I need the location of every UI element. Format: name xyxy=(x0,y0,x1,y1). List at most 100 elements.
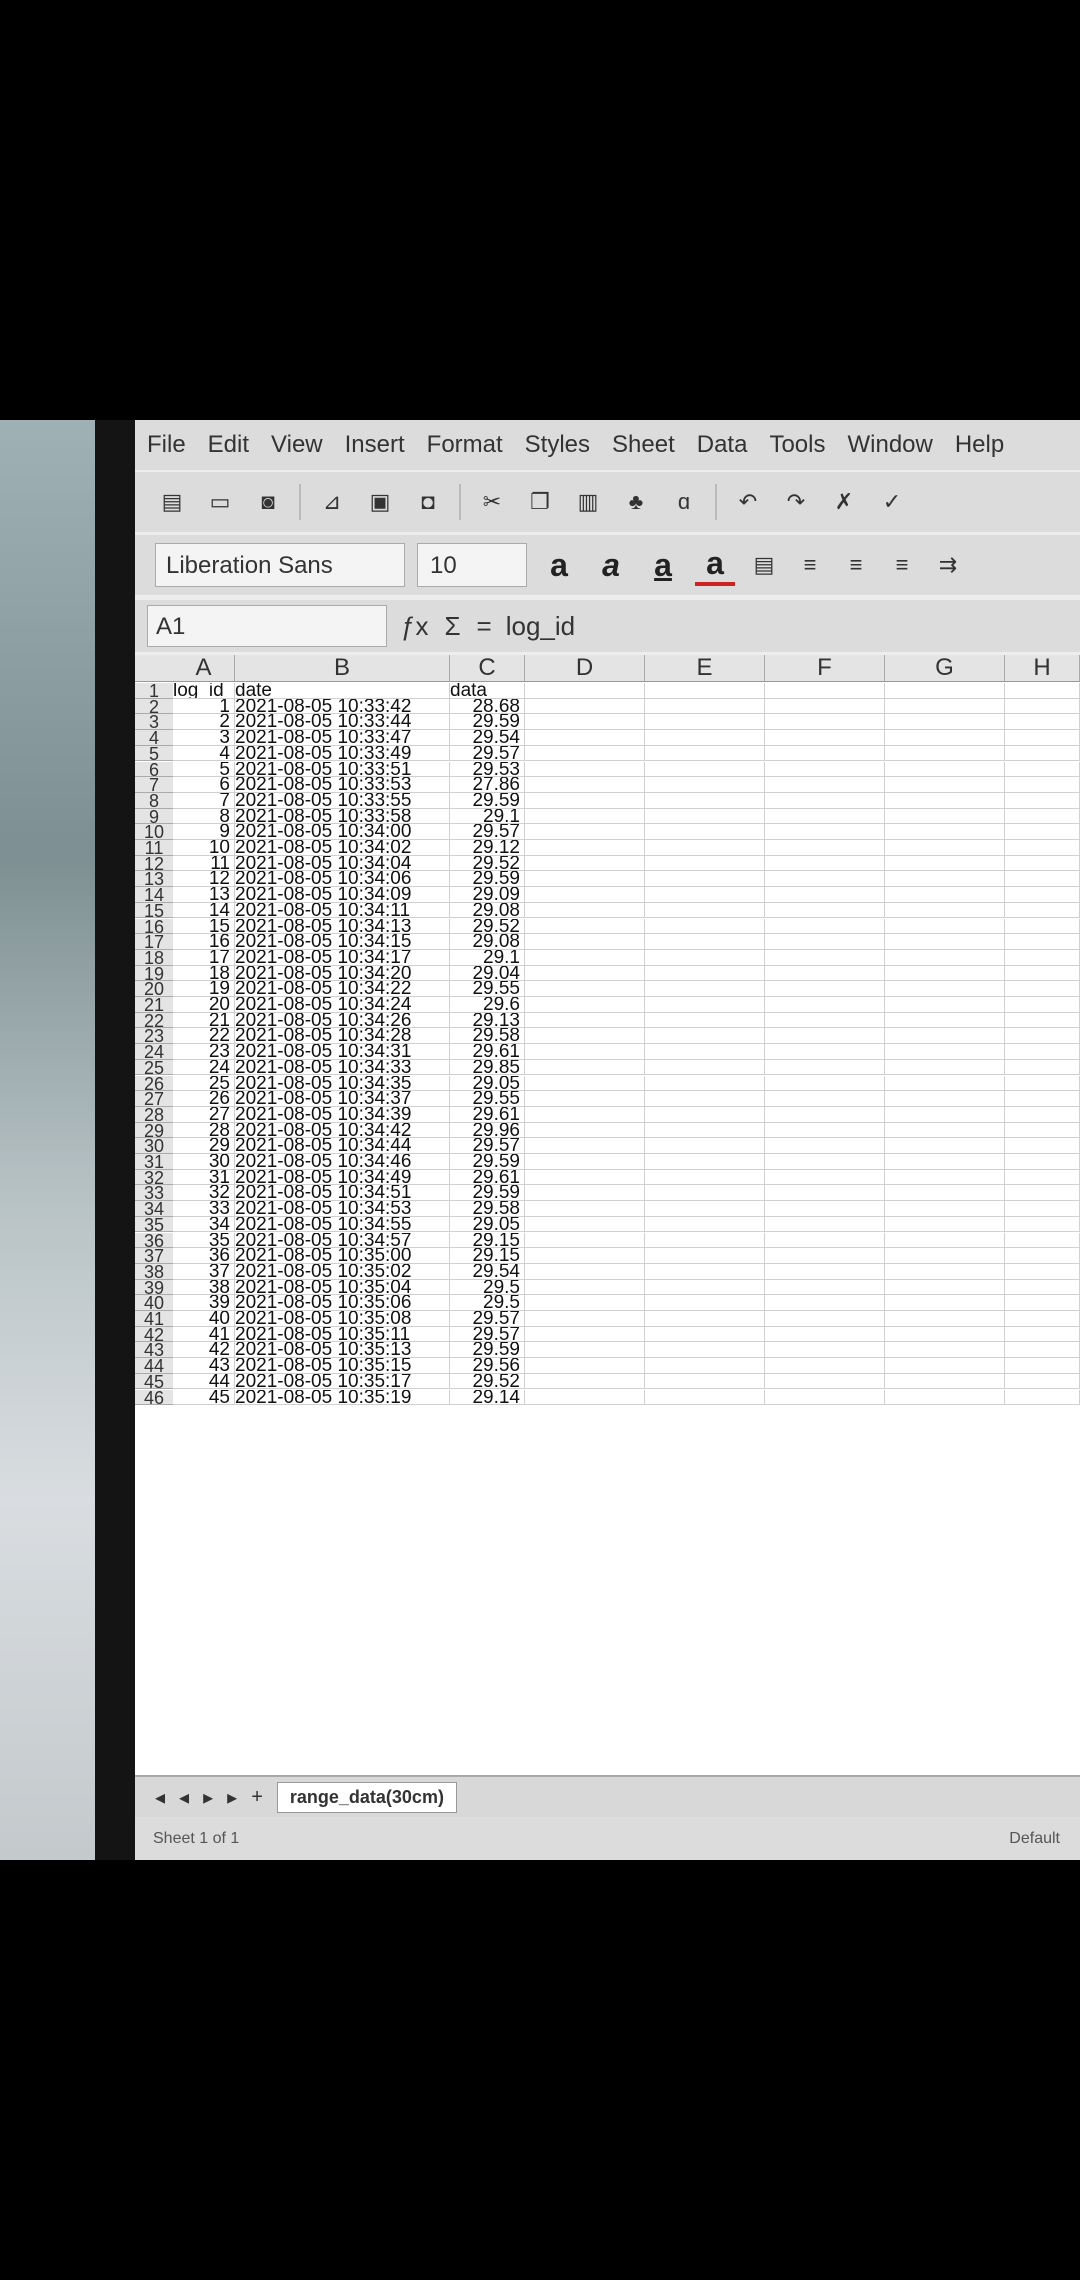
cell-date[interactable]: 2021-08-05 10:34:13 xyxy=(235,918,450,935)
empty-cell[interactable] xyxy=(765,997,885,1013)
empty-cell[interactable] xyxy=(1005,714,1080,731)
cell-date[interactable]: 2021-08-05 10:33:47 xyxy=(235,730,450,746)
cell-date[interactable]: 2021-08-05 10:35:00 xyxy=(235,1248,450,1264)
empty-cell[interactable] xyxy=(525,1059,645,1076)
font-name-box[interactable]: Liberation Sans xyxy=(155,543,405,587)
cell-date[interactable]: 2021-08-05 10:35:19 xyxy=(235,1389,450,1406)
column-header-f[interactable]: F xyxy=(765,655,885,681)
menu-styles[interactable]: Styles xyxy=(525,431,590,459)
function-wizard-icon[interactable]: ƒx xyxy=(401,611,428,642)
empty-cell[interactable] xyxy=(765,1389,885,1406)
cell-log-id[interactable]: 27 xyxy=(173,1106,235,1123)
empty-cell[interactable] xyxy=(645,792,765,809)
empty-cell[interactable] xyxy=(765,840,885,856)
empty-cell[interactable] xyxy=(645,1389,765,1406)
cell-data[interactable]: 27.86 xyxy=(450,777,525,793)
empty-cell[interactable] xyxy=(765,1091,885,1107)
cell-log-id[interactable]: 12 xyxy=(173,871,235,888)
empty-cell[interactable] xyxy=(645,1201,765,1217)
empty-cell[interactable] xyxy=(885,887,1005,903)
empty-cell[interactable] xyxy=(525,730,645,746)
cell-date[interactable]: 2021-08-05 10:34:02 xyxy=(235,840,450,856)
cell-c1[interactable]: data xyxy=(450,683,525,699)
empty-cell[interactable] xyxy=(645,745,765,762)
cell-data[interactable]: 29.13 xyxy=(450,1012,525,1029)
next-sheet-icon[interactable]: ▸ xyxy=(203,1785,213,1810)
empty-cell[interactable] xyxy=(525,683,645,699)
undo-icon[interactable]: ↶ xyxy=(731,485,765,519)
empty-cell[interactable] xyxy=(525,1373,645,1390)
cell-log-id[interactable]: 6 xyxy=(173,777,235,793)
spelling-icon[interactable]: ✓ xyxy=(875,485,909,519)
cell-data[interactable]: 29.57 xyxy=(450,1311,525,1327)
empty-cell[interactable] xyxy=(765,965,885,982)
empty-cell[interactable] xyxy=(765,1201,885,1217)
empty-cell[interactable] xyxy=(885,981,1005,997)
wrap-text-icon[interactable]: ⇉ xyxy=(931,548,965,582)
empty-cell[interactable] xyxy=(525,1216,645,1233)
empty-cell[interactable] xyxy=(645,730,765,746)
column-header-g[interactable]: G xyxy=(885,655,1005,681)
cell-log-id[interactable]: 17 xyxy=(173,949,235,966)
empty-cell[interactable] xyxy=(525,997,645,1013)
empty-cell[interactable] xyxy=(885,1279,1005,1296)
empty-cell[interactable] xyxy=(525,934,645,950)
empty-cell[interactable] xyxy=(525,1106,645,1123)
empty-cell[interactable] xyxy=(645,981,765,997)
empty-cell[interactable] xyxy=(645,777,765,793)
empty-cell[interactable] xyxy=(525,698,645,715)
align-right-icon[interactable]: ≡ xyxy=(885,548,919,582)
font-color-icon[interactable]: a xyxy=(695,545,735,586)
cell-log-id[interactable]: 18 xyxy=(173,965,235,982)
empty-cell[interactable] xyxy=(645,1342,765,1359)
cell-data[interactable]: 29.09 xyxy=(450,887,525,903)
cell-date[interactable]: 2021-08-05 10:34:39 xyxy=(235,1106,450,1123)
empty-cell[interactable] xyxy=(765,1122,885,1139)
empty-cell[interactable] xyxy=(885,1106,1005,1123)
empty-cell[interactable] xyxy=(645,949,765,966)
cell-data[interactable]: 29.55 xyxy=(450,981,525,997)
formula-icon[interactable]: = xyxy=(477,611,492,642)
empty-cell[interactable] xyxy=(885,792,1005,809)
redo-icon[interactable]: ↷ xyxy=(779,485,813,519)
cell-date[interactable]: 2021-08-05 10:35:06 xyxy=(235,1295,450,1311)
empty-cell[interactable] xyxy=(885,1075,1005,1092)
cell-date[interactable]: 2021-08-05 10:34:11 xyxy=(235,902,450,919)
cell-data[interactable]: 29.59 xyxy=(450,1185,525,1202)
empty-cell[interactable] xyxy=(645,1311,765,1327)
empty-cell[interactable] xyxy=(1005,965,1080,982)
cell-data[interactable]: 29.57 xyxy=(450,1326,525,1343)
empty-cell[interactable] xyxy=(525,1358,645,1374)
empty-cell[interactable] xyxy=(1005,761,1080,778)
cell-log-id[interactable]: 31 xyxy=(173,1169,235,1186)
empty-cell[interactable] xyxy=(525,1091,645,1107)
cell-log-id[interactable]: 1 xyxy=(173,698,235,715)
cell-date[interactable]: 2021-08-05 10:34:09 xyxy=(235,887,450,903)
empty-cell[interactable] xyxy=(525,1342,645,1359)
cell-log-id[interactable]: 10 xyxy=(173,840,235,856)
sum-icon[interactable]: Σ xyxy=(444,611,460,642)
highlight-icon[interactable]: ▤ xyxy=(747,548,781,582)
empty-cell[interactable] xyxy=(885,1059,1005,1076)
empty-cell[interactable] xyxy=(525,1295,645,1311)
cell-date[interactable]: 2021-08-05 10:34:22 xyxy=(235,981,450,997)
empty-cell[interactable] xyxy=(525,745,645,762)
empty-cell[interactable] xyxy=(765,949,885,966)
empty-cell[interactable] xyxy=(645,1075,765,1092)
empty-cell[interactable] xyxy=(885,1169,1005,1186)
empty-cell[interactable] xyxy=(645,1154,765,1170)
empty-cell[interactable] xyxy=(765,698,885,715)
empty-cell[interactable] xyxy=(645,1326,765,1343)
cell-data[interactable]: 29.61 xyxy=(450,1106,525,1123)
empty-cell[interactable] xyxy=(885,698,1005,715)
cell-date[interactable]: 2021-08-05 10:34:28 xyxy=(235,1028,450,1045)
sheet-tab-range-data[interactable]: range_data(30cm) xyxy=(276,1781,457,1813)
cell-data[interactable]: 29.59 xyxy=(450,714,525,731)
cell-log-id[interactable]: 41 xyxy=(173,1326,235,1343)
empty-cell[interactable] xyxy=(885,1389,1005,1406)
cell-log-id[interactable]: 14 xyxy=(173,902,235,919)
cell-date[interactable]: 2021-08-05 10:35:13 xyxy=(235,1342,450,1359)
cell-date[interactable]: 2021-08-05 10:35:17 xyxy=(235,1373,450,1390)
empty-cell[interactable] xyxy=(525,1122,645,1139)
empty-cell[interactable] xyxy=(765,1075,885,1092)
